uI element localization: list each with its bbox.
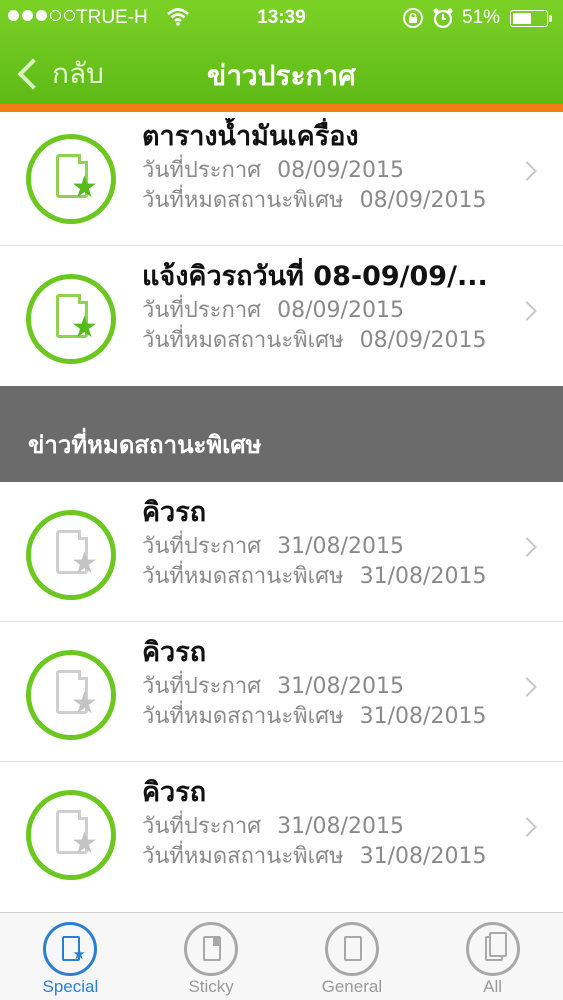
special-news-icon: ★ bbox=[26, 134, 116, 224]
news-title: ตารางน้ำมันเครื่อง bbox=[142, 121, 359, 152]
announce-date-label: วันที่ประกาศ bbox=[142, 158, 262, 183]
list-item[interactable]: ★ คิวรถ วันที่ประกาศ 31/08/2015 วันที่หมด… bbox=[0, 762, 563, 902]
end-date: 08/09/2015 bbox=[359, 188, 487, 213]
chevron-right-icon bbox=[517, 817, 537, 837]
tab-label: Special bbox=[42, 977, 99, 996]
announce-date: 08/09/2015 bbox=[277, 158, 404, 183]
announce-date: 08/09/2015 bbox=[277, 298, 404, 323]
expired-news-icon: ★ bbox=[26, 650, 116, 740]
end-date: 31/08/2015 bbox=[359, 704, 487, 729]
status-bar: TRUE-H 13:39 51% bbox=[0, 0, 563, 38]
news-title: คิวรถ bbox=[142, 497, 207, 528]
special-news-list: ★ ตารางน้ำมันเครื่อง วันที่ประกาศ 08/09/2… bbox=[0, 106, 563, 386]
tab-sticky[interactable]: Sticky bbox=[141, 913, 282, 1000]
tab-special[interactable]: ★ Special bbox=[0, 913, 141, 1000]
navigation-bar: กลับ ข่าวประกาศ bbox=[0, 38, 563, 104]
list-item[interactable]: ★ แจ้งคิวรถวันที่ 08-09/09/... วันที่ประ… bbox=[0, 246, 563, 386]
announce-date: 31/08/2015 bbox=[277, 674, 404, 699]
end-date-label: วันที่หมดสถานะพิเศษ bbox=[142, 844, 344, 869]
tab-label: General bbox=[321, 977, 383, 996]
end-date: 31/08/2015 bbox=[359, 844, 487, 869]
end-date: 08/09/2015 bbox=[359, 328, 487, 353]
news-title: แจ้งคิวรถวันที่ 08-09/09/... bbox=[142, 261, 488, 292]
page-title: ข่าวประกาศ bbox=[207, 59, 356, 92]
battery-icon bbox=[510, 10, 552, 27]
rotation-lock-icon bbox=[402, 7, 424, 35]
general-news-icon bbox=[324, 922, 379, 976]
special-news-icon: ★ bbox=[43, 922, 98, 976]
all-news-icon bbox=[465, 922, 520, 976]
list-item[interactable]: ★ คิวรถ วันที่ประกาศ 31/08/2015 วันที่หมด… bbox=[0, 622, 563, 762]
tab-all[interactable]: All bbox=[422, 913, 563, 1000]
tab-label: All bbox=[483, 977, 503, 996]
chevron-right-icon bbox=[517, 677, 537, 697]
expired-news-icon: ★ bbox=[26, 510, 116, 600]
chevron-right-icon bbox=[517, 161, 537, 181]
end-date-label: วันที่หมดสถานะพิเศษ bbox=[142, 328, 344, 353]
announce-date-label: วันที่ประกาศ bbox=[142, 298, 262, 323]
end-date-label: วันที่หมดสถานะพิเศษ bbox=[142, 188, 344, 213]
tab-bar: ★ Special Sticky General All bbox=[0, 912, 563, 1000]
tab-label: Sticky bbox=[188, 977, 234, 996]
header: TRUE-H 13:39 51% กลับ ข่าวประกาศ bbox=[0, 0, 563, 112]
announce-date-label: วันที่ประกาศ bbox=[142, 814, 262, 839]
end-date: 31/08/2015 bbox=[359, 564, 487, 589]
announce-date-label: วันที่ประกาศ bbox=[142, 534, 262, 559]
sticky-news-icon bbox=[184, 922, 239, 976]
announce-date: 31/08/2015 bbox=[277, 814, 404, 839]
list-item[interactable]: ★ คิวรถ วันที่ประกาศ 31/08/2015 วันที่หมด… bbox=[0, 482, 563, 622]
tab-general[interactable]: General bbox=[282, 913, 423, 1000]
chevron-right-icon bbox=[517, 537, 537, 557]
special-news-icon: ★ bbox=[26, 274, 116, 364]
expired-news-icon: ★ bbox=[26, 790, 116, 880]
announce-date-label: วันที่ประกาศ bbox=[142, 674, 262, 699]
news-title: คิวรถ bbox=[142, 777, 207, 808]
chevron-right-icon bbox=[517, 301, 537, 321]
section-header-expired: ข่าวที่หมดสถานะพิเศษ bbox=[0, 386, 563, 482]
battery-percent: 51% bbox=[462, 7, 501, 28]
list-item[interactable]: ★ ตารางน้ำมันเครื่อง วันที่ประกาศ 08/09/2… bbox=[0, 106, 563, 246]
announce-date: 31/08/2015 bbox=[277, 534, 404, 559]
news-title: คิวรถ bbox=[142, 637, 207, 668]
end-date-label: วันที่หมดสถานะพิเศษ bbox=[142, 564, 344, 589]
alarm-icon bbox=[432, 7, 454, 35]
end-date-label: วันที่หมดสถานะพิเศษ bbox=[142, 704, 344, 729]
expired-news-list: ★ คิวรถ วันที่ประกาศ 31/08/2015 วันที่หมด… bbox=[0, 482, 563, 902]
